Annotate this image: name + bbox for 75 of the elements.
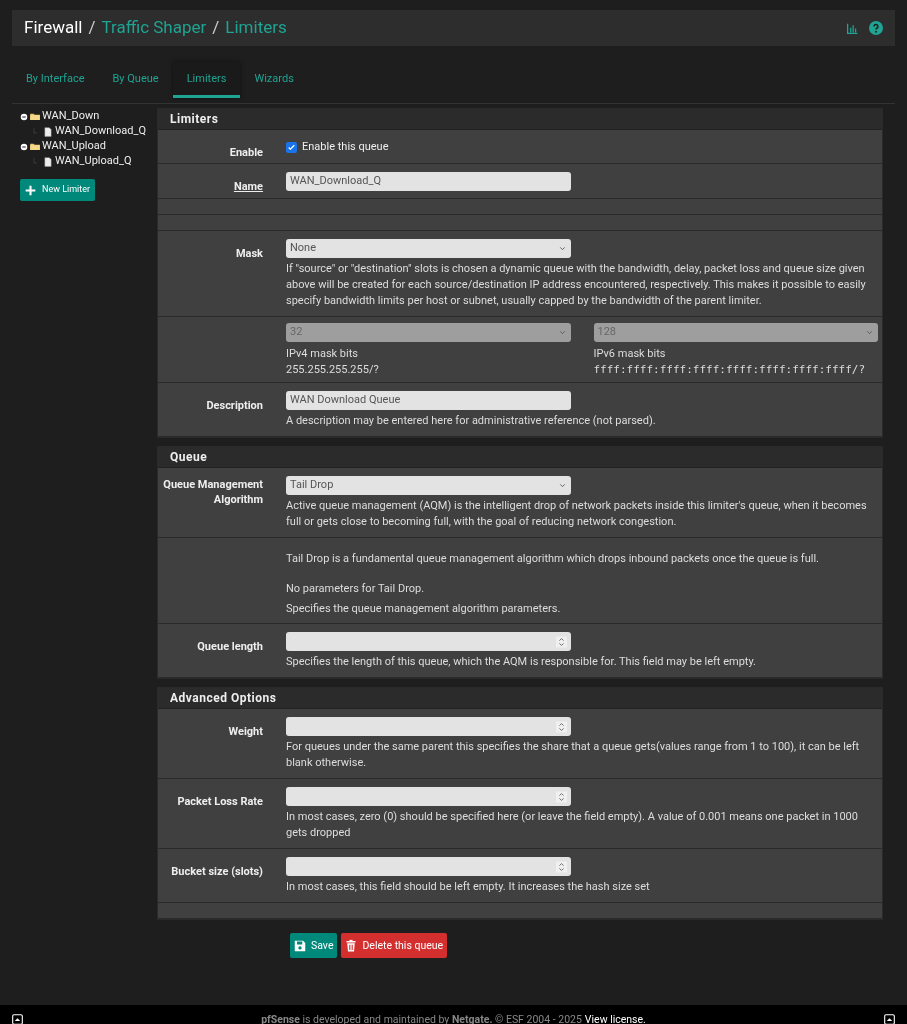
help-text: A description may be entered here for administrative reference (not parsed). — [286, 413, 657, 429]
spinner-icon — [556, 719, 567, 734]
tree-item[interactable]: WAN_Upload_Q — [55, 153, 132, 170]
tree-item[interactable]: WAN_Down — [42, 108, 100, 125]
breadcrumb-separator: / — [212, 16, 220, 40]
number-field[interactable] — [286, 787, 571, 806]
input-field[interactable]: WAN_Download_Q — [286, 172, 571, 191]
page-title: Firewall — [24, 16, 83, 40]
field-label: Name — [233, 179, 263, 194]
section-title: Queue — [170, 449, 208, 466]
scroll-up-icon[interactable] — [884, 1014, 895, 1024]
select-field[interactable]: None — [286, 239, 571, 258]
spinner-icon — [556, 859, 567, 874]
save-button[interactable]: Save — [290, 933, 338, 958]
field-caption: IPv4 mask bits — [286, 346, 359, 362]
folder-icon — [29, 111, 41, 122]
mask-hint: 255.255.255.255/? — [286, 362, 380, 378]
field-label: Packet Loss Rate — [177, 794, 263, 809]
field-label: Queue length — [197, 639, 263, 654]
input-field[interactable]: WAN Download Queue — [286, 391, 571, 410]
tree-item[interactable]: WAN_Download_Q — [55, 123, 146, 140]
field-label: Enable — [229, 145, 263, 160]
field-label: Description — [206, 398, 263, 413]
chevron-down-icon — [557, 328, 567, 337]
section-title: Limiters — [170, 111, 219, 128]
tab[interactable]: By Interface — [12, 62, 99, 98]
tab[interactable]: Wizards — [240, 62, 308, 98]
field-label: Bucket size (slots) — [171, 864, 263, 879]
collapse-icon[interactable] — [20, 142, 28, 151]
help-text: For queues under the same parent this specifies the share that a queue gets(values range from 1 to 100), it can be left blank otherwise. — [286, 739, 861, 771]
number-field[interactable] — [286, 632, 571, 651]
scroll-up-icon[interactable] — [12, 1014, 23, 1024]
tab[interactable]: By Queue — [98, 62, 173, 98]
help-text: Active queue management (AQM) is the intelligent drop of network packets inside this limiter's queue, when it becomes full or gets close to becoming full, with the goal of reducing network congestion. — [286, 498, 868, 530]
footer-text: pfSense is developed and maintained by Netgate. © ESF 2004 - 2025 — [261, 1011, 582, 1024]
number-field[interactable] — [286, 857, 571, 876]
help-icon[interactable] — [869, 21, 883, 35]
number-field[interactable] — [286, 717, 571, 736]
checkbox-label: Enable this queue — [302, 139, 389, 156]
mask-hint: ffff:ffff:ffff:ffff:ffff:ffff:ffff:ffff/? — [593, 362, 867, 378]
chevron-down-icon — [558, 481, 567, 490]
field-label: Weight — [228, 724, 263, 739]
chevron-down-icon — [865, 328, 874, 337]
tree-item[interactable]: WAN_Upload — [42, 138, 106, 155]
spinner-icon — [556, 789, 567, 804]
checkmark-icon — [287, 143, 296, 152]
collapse-icon[interactable] — [20, 112, 28, 121]
chevron-down-icon — [558, 244, 567, 253]
breadcrumb-link[interactable]: Limiters — [225, 15, 287, 41]
trash-icon — [345, 939, 358, 952]
file-icon — [43, 125, 53, 138]
field-caption: IPv6 mask bits — [593, 346, 667, 362]
field-label: Mask — [235, 246, 263, 261]
breadcrumb-separator: / — [88, 16, 96, 40]
help-text: Tail Drop is a fundamental queue management algorithm which drops inbound packets once the queue is full. — [286, 551, 820, 567]
help-text: In most cases, zero (0) should be specified here (or leave the field empty). A value of 0.001 means one packet in 1000 gets dropped — [286, 809, 859, 841]
help-text: If "source" or "destination" slots is chosen a dynamic queue with the bandwidth, delay, packet loss and queue size given above will be created for each source/destination IP address encountered, respectively. This makes it possible to easily specify bandwidth limits per host or subnet, usually capped by the bandwidth of the parent limiter. — [286, 261, 867, 309]
bar-chart-icon[interactable] — [846, 21, 859, 35]
plus-icon — [25, 184, 36, 196]
field-label: Queue Management Algorithm — [162, 477, 263, 507]
delete-button[interactable]: Delete this queue — [341, 933, 448, 958]
help-text: Specifies the length of this queue, which the AQM is responsible for. This field may be left empty. — [286, 654, 757, 670]
help-text: No parameters for Tail Drop. — [286, 581, 426, 597]
select-field[interactable]: Tail Drop — [286, 476, 571, 495]
help-text: In most cases, this field should be left empty. It increases the hash size set — [286, 879, 651, 895]
new-limiter-button[interactable]: New Limiter — [20, 179, 96, 201]
tab[interactable]: Limiters — [172, 62, 241, 98]
breadcrumb-link[interactable]: Traffic Shaper — [101, 15, 207, 41]
help-text: Specifies the queue management algorithm parameters. — [286, 601, 562, 617]
section-title: Advanced Options — [170, 690, 277, 707]
file-icon — [43, 155, 53, 168]
checkbox[interactable] — [286, 142, 297, 153]
spinner-icon — [556, 634, 567, 649]
folder-icon — [29, 141, 41, 152]
license-link[interactable]: View license. — [584, 1011, 646, 1024]
